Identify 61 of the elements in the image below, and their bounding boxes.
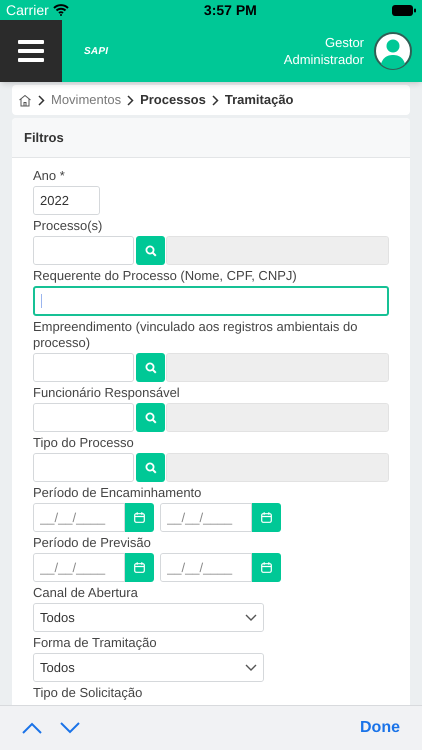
battery-icon <box>392 4 416 16</box>
clock-time: 3:57 PM <box>204 0 257 20</box>
field-label: Funcionário Responsável <box>33 385 181 401</box>
input-field[interactable] <box>33 236 134 265</box>
calendar-button[interactable] <box>125 503 154 532</box>
previous-field-icon[interactable] <box>22 722 42 734</box>
search-button[interactable] <box>136 236 165 265</box>
done-button[interactable]: Done <box>360 716 400 740</box>
carrier-label: Carrier <box>6 0 49 20</box>
input-field[interactable] <box>33 286 389 316</box>
field-label: Tipo do Processo <box>33 435 135 451</box>
chevron-icon <box>127 94 134 106</box>
field-label: Tipo de Solicitação <box>33 685 144 701</box>
chevron-icon <box>38 94 45 106</box>
chevron-down-icon <box>245 664 257 671</box>
search-icon <box>144 244 156 256</box>
calendar-button[interactable] <box>252 553 281 582</box>
home-icon[interactable] <box>18 94 32 106</box>
field-label: Empreendimento (vinculado aos registros ambientais do processo) <box>33 319 358 351</box>
search-button[interactable] <box>136 453 165 482</box>
chevron-icon <box>212 94 219 106</box>
chevron-down-icon <box>245 614 257 621</box>
calendar-icon <box>261 562 272 573</box>
field-label: Requerente do Processo (Nome, CPF, CNPJ) <box>33 268 298 284</box>
calendar-icon <box>134 512 145 523</box>
year-field[interactable]: 2022 <box>33 186 100 215</box>
card-title: Filtros <box>24 128 64 147</box>
field-label: Período de Encaminhamento <box>33 485 202 501</box>
calendar-button[interactable] <box>125 553 154 582</box>
input-field[interactable] <box>33 453 134 482</box>
search-button[interactable] <box>136 353 165 382</box>
field-label: Processo(s) <box>33 218 104 234</box>
input-field[interactable] <box>33 403 134 432</box>
next-field-icon[interactable] <box>60 722 80 734</box>
menu-icon <box>18 40 44 62</box>
calendar-icon <box>261 512 272 523</box>
menu-button[interactable] <box>0 20 62 82</box>
input-field[interactable] <box>33 353 134 382</box>
wifi-icon <box>52 4 69 16</box>
date-field[interactable]: __/__/____ <box>160 553 252 582</box>
user-name: Gestor Administrador <box>282 34 364 68</box>
breadcrumb-link[interactable]: Movimentos <box>51 90 122 110</box>
app-logo: SAPI <box>84 44 108 58</box>
search-icon <box>144 462 156 474</box>
date-field[interactable]: __/__/____ <box>33 553 125 582</box>
field-label: Forma de Tramitação <box>33 635 158 651</box>
date-field[interactable]: __/__/____ <box>33 503 125 532</box>
search-icon <box>144 412 156 424</box>
field-label: Ano * <box>33 168 66 184</box>
breadcrumb-link[interactable]: Processos <box>140 90 206 110</box>
field-label: Canal de Abertura <box>33 585 139 601</box>
calendar-icon <box>134 562 145 573</box>
dropdown-field[interactable]: Todos <box>33 653 264 682</box>
search-button[interactable] <box>136 403 165 432</box>
dropdown-field[interactable]: Todos <box>33 603 264 632</box>
date-field[interactable]: __/__/____ <box>160 503 252 532</box>
calendar-button[interactable] <box>252 503 281 532</box>
field-label: Período de Previsão <box>33 535 152 551</box>
search-icon <box>144 362 156 374</box>
avatar-icon <box>374 32 412 70</box>
breadcrumb-link[interactable]: Tramitação <box>224 90 294 110</box>
